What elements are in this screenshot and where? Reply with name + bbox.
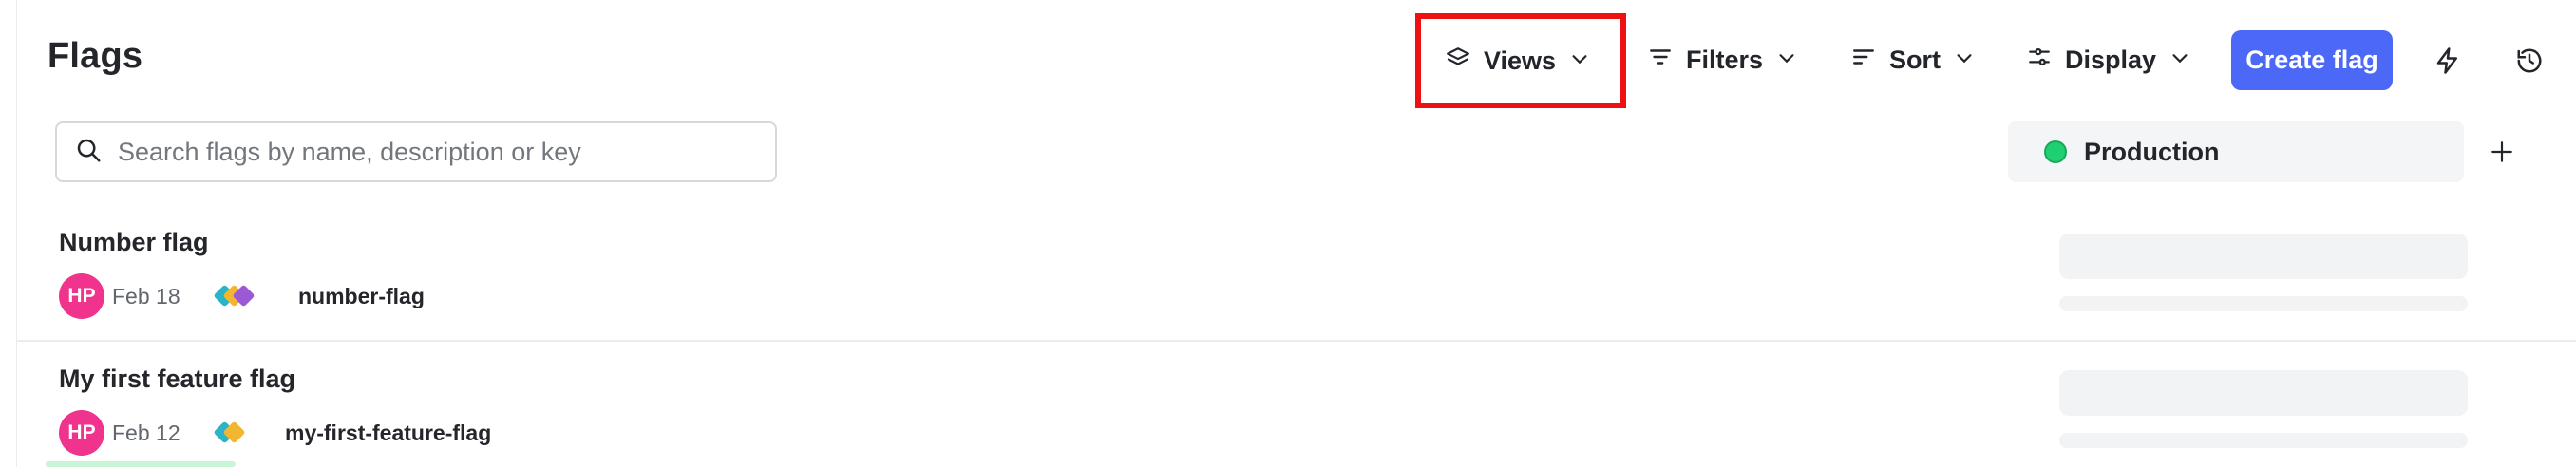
flag-name[interactable]: My first feature flag [59,364,295,394]
status-badge [46,461,236,467]
loading-placeholder [2059,234,2468,279]
variations-icon [214,285,255,307]
flag-row[interactable]: Number flag HP Feb 18 number-flag [17,0,2576,340]
loading-placeholder [2059,370,2468,416]
flag-key: my-first-feature-flag [285,420,492,445]
avatar: HP [59,273,104,319]
loading-placeholder [2059,433,2468,448]
loading-placeholder [2059,296,2468,311]
flag-date: Feb 18 [112,284,180,308]
flag-key: number-flag [298,284,425,308]
avatar: HP [59,410,104,456]
variations-icon [214,421,245,443]
flag-date: Feb 12 [112,420,180,445]
flag-row[interactable]: My first feature flag HP Feb 12 my-first… [17,342,2576,467]
flag-name[interactable]: Number flag [59,228,209,257]
